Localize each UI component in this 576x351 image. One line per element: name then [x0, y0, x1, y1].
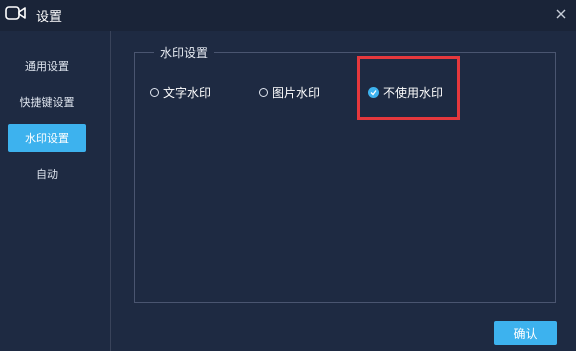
radio-label: 文字水印: [163, 86, 212, 100]
sidebar-item-label: 水印设置: [25, 132, 69, 145]
confirm-button[interactable]: 确认: [494, 321, 557, 345]
close-button[interactable]: [552, 5, 570, 23]
sidebar-item-auto[interactable]: 自动: [8, 160, 86, 188]
radio-image-watermark[interactable]: 图片水印: [259, 84, 320, 101]
window-title: 设置: [36, 10, 63, 25]
radio-label: 图片水印: [272, 86, 321, 100]
sidebar-item-shortcuts[interactable]: 快捷键设置: [8, 88, 86, 116]
radio-text-watermark[interactable]: 文字水印: [150, 84, 211, 101]
radio-unchecked-icon: [259, 88, 268, 97]
sidebar-item-label: 快捷键设置: [19, 96, 75, 109]
sidebar-item-general[interactable]: 通用设置: [8, 52, 86, 80]
close-icon: [556, 9, 566, 19]
title-bar: 设置: [0, 0, 576, 31]
video-camera-icon: [5, 5, 27, 25]
group-title: 水印设置: [154, 44, 215, 61]
sidebar-item-label: 自动: [36, 168, 58, 181]
sidebar-item-label: 通用设置: [25, 60, 69, 73]
sidebar-item-watermark[interactable]: 水印设置: [8, 124, 86, 152]
radio-unchecked-icon: [150, 88, 159, 97]
highlight-box: [357, 56, 460, 120]
sidebar: 通用设置 快捷键设置 水印设置 自动: [0, 31, 111, 351]
